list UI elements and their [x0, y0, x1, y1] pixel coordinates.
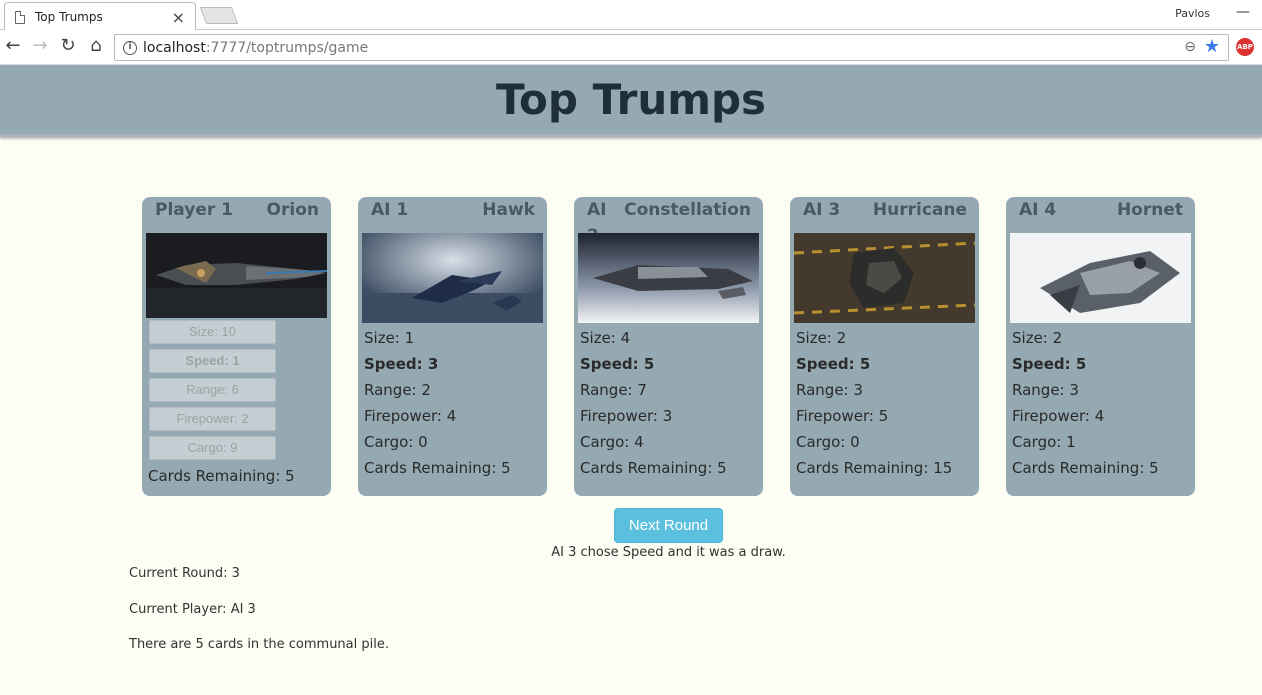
- ship-image: [362, 233, 543, 323]
- stat-list: Size: 2 Speed: 5 Range: 3 Firepower: 5 C…: [796, 325, 952, 481]
- stat-speed: Speed: 3: [364, 355, 439, 373]
- page-title: Top Trumps: [495, 75, 767, 124]
- cards-remaining: Cards Remaining: 5: [364, 459, 511, 477]
- stat-list: Size: 2 Speed: 5 Range: 3 Firepower: 4 C…: [1012, 325, 1159, 481]
- stat-speed: Speed: 5: [580, 355, 655, 373]
- minimize-icon[interactable]: —: [1236, 4, 1250, 20]
- zoom-icon[interactable]: ⊖: [1184, 39, 1196, 55]
- browser-toolbar: ← → ↻ ⌂ i localhost:7777/toptrumps/game …: [0, 30, 1262, 65]
- browser-tab[interactable]: Top Trumps ×: [4, 2, 196, 31]
- stat-range: Range: 3: [1012, 381, 1079, 399]
- stat-cargo: Cargo: 4: [580, 433, 644, 451]
- stat-speed: Speed: 5: [796, 355, 871, 373]
- adblock-icon[interactable]: ABP: [1236, 38, 1254, 56]
- card-ship-name: Orion: [266, 200, 319, 220]
- stat-list: Size: 4 Speed: 5 Range: 7 Firepower: 3 C…: [580, 325, 727, 481]
- stat-range: Range: 3: [796, 381, 863, 399]
- ai-card: AI 4 Hornet Size: 2 Speed: 5 Range: 3 Fi…: [1006, 197, 1195, 496]
- next-round-button[interactable]: Next Round: [614, 508, 723, 543]
- browser-tab-bar: Top Trumps × Pavlos —: [0, 0, 1262, 31]
- url-path: :7777/toptrumps/game: [205, 39, 369, 56]
- current-player: Current Player: AI 3: [129, 602, 256, 617]
- stat-firepower: Firepower: 4: [364, 407, 457, 425]
- ship-image: [146, 233, 327, 318]
- stat-speed: Speed: 5: [1012, 355, 1087, 373]
- stat-button-firepower[interactable]: Firepower: 2: [149, 407, 276, 431]
- stat-cargo: Cargo: 0: [796, 433, 860, 451]
- card-ship-name: Hurricane: [872, 200, 967, 220]
- reload-icon[interactable]: ↻: [57, 35, 79, 57]
- stat-range: Range: 2: [364, 381, 431, 399]
- card-ship-name: Constellation: [624, 200, 751, 220]
- ship-image: [1010, 233, 1191, 323]
- home-icon[interactable]: ⌂: [85, 35, 107, 57]
- stat-button-group: Size: 10 Speed: 1 Range: 6 Firepower: 2 …: [149, 320, 276, 465]
- card-ship-name: Hawk: [482, 200, 535, 220]
- stat-firepower: Firepower: 5: [796, 407, 889, 425]
- forward-arrow-icon[interactable]: →: [29, 35, 51, 57]
- round-result-message: AI 3 chose Speed and it was a draw.: [551, 545, 786, 560]
- cards-remaining: Cards Remaining: 5: [1012, 459, 1159, 477]
- card-header: AI 3 Hurricane: [790, 197, 979, 225]
- back-arrow-icon[interactable]: ←: [2, 35, 24, 57]
- card-header: AI 2 Constellation: [574, 197, 763, 246]
- ai-card: AI 2 Constellation Size: 4 Speed: 5 Rang…: [574, 197, 763, 496]
- stat-size: Size: 2: [796, 329, 847, 347]
- document-icon: [15, 10, 25, 24]
- stat-firepower: Firepower: 4: [1012, 407, 1105, 425]
- ai-card: AI 1 Hawk Size: 1 Speed: 3 Range: 2 Fire…: [358, 197, 547, 496]
- stat-button-size[interactable]: Size: 10: [149, 320, 276, 344]
- stat-button-range[interactable]: Range: 6: [149, 378, 276, 402]
- cards-remaining: Cards Remaining: 15: [796, 459, 953, 477]
- card-header: AI 4 Hornet: [1006, 197, 1195, 225]
- card-player-name: AI 3: [803, 200, 841, 220]
- new-tab-button[interactable]: [199, 7, 239, 24]
- player-card: Player 1 Orion Size: 10 Speed: 1 Range: …: [142, 197, 331, 496]
- page-header: Top Trumps: [0, 65, 1262, 137]
- stat-size: Size: 1: [364, 329, 415, 347]
- card-player-name: AI 1: [371, 200, 409, 220]
- stat-size: Size: 2: [1012, 329, 1063, 347]
- card-header: AI 1 Hawk: [358, 197, 547, 225]
- stat-range: Range: 7: [580, 381, 647, 399]
- address-bar[interactable]: i localhost:7777/toptrumps/game ⊖ ★: [114, 34, 1229, 61]
- tab-title: Top Trumps: [35, 10, 103, 24]
- stat-cargo: Cargo: 0: [364, 433, 428, 451]
- ship-image: [578, 233, 759, 323]
- profile-name[interactable]: Pavlos: [1175, 7, 1210, 20]
- info-icon[interactable]: i: [123, 40, 137, 55]
- stat-cargo: Cargo: 1: [1012, 433, 1076, 451]
- card-ship-name: Hornet: [1116, 200, 1183, 220]
- url-host: localhost: [143, 39, 206, 56]
- cards-remaining: Cards Remaining: 5: [148, 467, 295, 485]
- ai-card: AI 3 Hurricane Size: 2 Speed: 5 Range: 3…: [790, 197, 979, 496]
- close-tab-icon[interactable]: ×: [172, 8, 185, 27]
- stat-button-speed[interactable]: Speed: 1: [149, 349, 276, 373]
- stat-firepower: Firepower: 3: [580, 407, 673, 425]
- stat-button-cargo[interactable]: Cargo: 9: [149, 436, 276, 460]
- bookmark-star-icon[interactable]: ★: [1204, 36, 1220, 57]
- cards-remaining: Cards Remaining: 5: [580, 459, 727, 477]
- card-player-name: AI 4: [1019, 200, 1057, 220]
- stat-size: Size: 4: [580, 329, 631, 347]
- current-round: Current Round: 3: [129, 566, 240, 581]
- communal-pile: There are 5 cards in the communal pile.: [129, 637, 389, 652]
- ship-image: [794, 233, 975, 323]
- card-player-name: AI 2: [587, 200, 607, 246]
- card-header: Player 1 Orion: [142, 197, 331, 225]
- stat-list: Size: 1 Speed: 3 Range: 2 Firepower: 4 C…: [364, 325, 511, 481]
- card-player-name: Player 1: [155, 200, 233, 220]
